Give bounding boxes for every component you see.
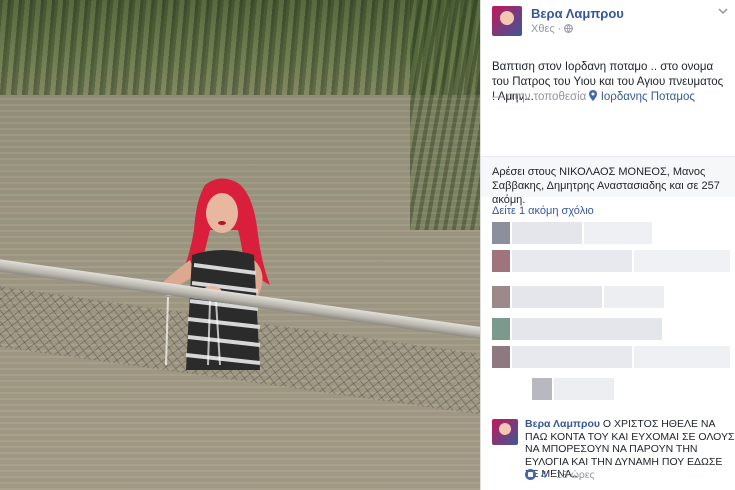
post-sidebar: Βερα Λαμπρου Χθες · Βαπτιση στον Ιορδανη… [480, 0, 735, 490]
post-photo[interactable] [0, 0, 480, 490]
globe-icon[interactable] [564, 23, 574, 35]
post-location: — στην τοποθεσία Ιορδανης Ποταμος [492, 90, 728, 103]
blurred-comment [492, 250, 730, 272]
blurred-comment [492, 286, 728, 308]
woman-figure [150, 175, 290, 375]
view-more-comments-link[interactable]: Δείτε 1 ακόμη σχόλιο [492, 205, 594, 217]
post-time[interactable]: Χθες [531, 23, 555, 35]
blurred-comment [492, 318, 728, 340]
blurred-comment [492, 346, 730, 368]
location-link[interactable]: Ιορδανης Ποταμος [601, 91, 695, 103]
author-name[interactable]: Βερα Λαμπρου [531, 6, 624, 21]
like-icon[interactable] [525, 469, 536, 480]
commenter-avatar[interactable] [492, 419, 518, 445]
location-prefix: — στην τοποθεσία [492, 91, 587, 103]
post-header: Βερα Λαμπρου Χθες · [492, 6, 728, 38]
commenter-name[interactable]: Βερα Λαμπρου [525, 418, 600, 430]
blurred-comment [492, 222, 728, 244]
comment-like-count[interactable]: 4 [541, 469, 547, 481]
post-meta: Χθες · [531, 23, 574, 35]
comment-time[interactable]: 13 ώρες [556, 469, 595, 481]
chevron-down-icon[interactable] [718, 6, 728, 18]
location-pin-icon [589, 90, 598, 101]
riverbank-reeds [0, 0, 480, 95]
likes-summary[interactable]: Αρέσει στους ΝΙΚΟΛΑΟΣ ΜΟΝΕΟΣ, Μανος Σαββ… [481, 157, 735, 206]
comment-meta: 4 · 13 ώρες [525, 469, 595, 481]
author-avatar[interactable] [492, 6, 522, 36]
blurred-comment [492, 378, 728, 400]
